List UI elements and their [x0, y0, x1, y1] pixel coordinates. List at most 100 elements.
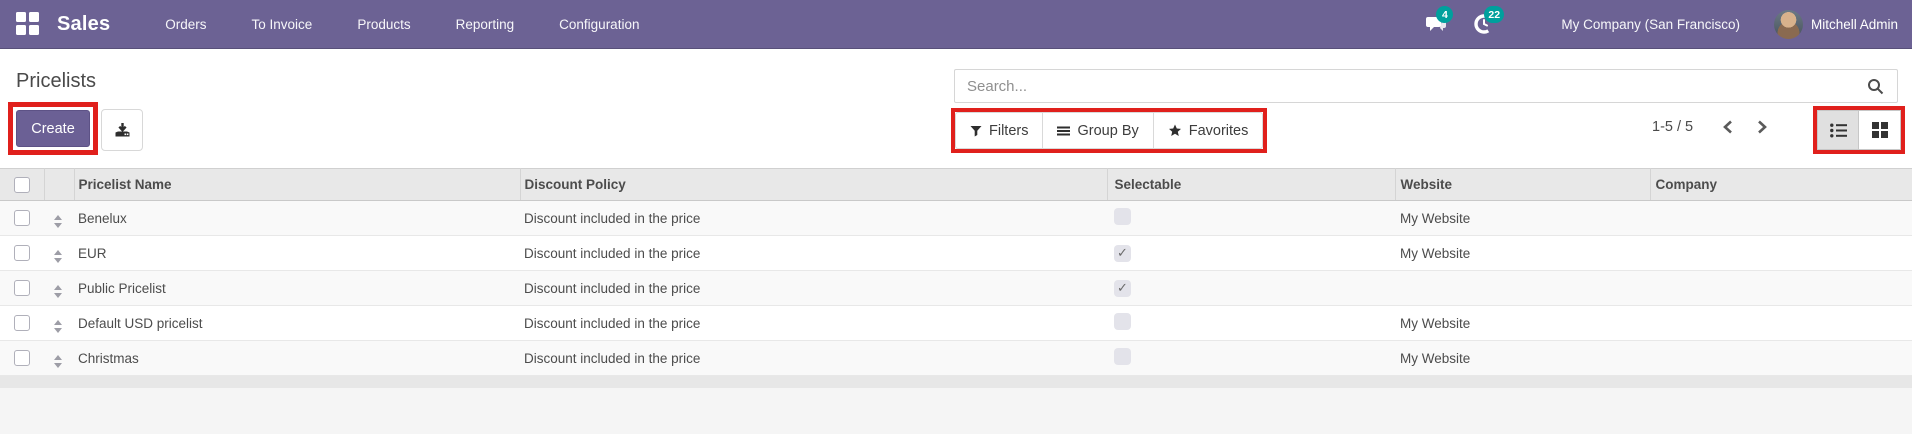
pricelist-name-cell[interactable]: Christmas	[74, 340, 520, 376]
navbar-right: 4 22 My Company (San Francisco) Mitchell…	[1423, 6, 1912, 39]
selectable-checkbox[interactable]	[1114, 348, 1131, 365]
table-end-strip	[0, 376, 1912, 388]
handle-column-header	[44, 168, 75, 201]
pager-previous-button[interactable]	[1715, 114, 1741, 140]
pricelist-row[interactable]: EUR Discount included in the price My We…	[0, 235, 1912, 271]
list-view-icon	[1829, 123, 1847, 137]
row-checkbox[interactable]	[14, 280, 30, 297]
user-avatar	[1773, 9, 1803, 39]
group-by-button[interactable]: Group By	[1043, 112, 1154, 149]
search-bar	[954, 69, 1898, 103]
menu-to-invoice[interactable]: To Invoice	[252, 17, 313, 32]
table-header-row: Pricelist Name Discount Policy Selectabl…	[0, 168, 1912, 201]
export-download-button[interactable]	[101, 109, 143, 151]
company-cell	[1650, 200, 1912, 236]
pricelist-table: Pricelist Name Discount Policy Selectabl…	[0, 168, 1912, 376]
list-view-button[interactable]	[1817, 110, 1859, 150]
discount-policy-cell: Discount included in the price	[520, 270, 1107, 306]
chevron-right-icon	[1758, 120, 1768, 134]
navbar-left: Sales Orders To Invoice Products Reporti…	[0, 12, 639, 36]
column-header-website[interactable]: Website	[1395, 168, 1651, 201]
website-cell: My Website	[1395, 340, 1650, 376]
website-cell	[1395, 270, 1650, 306]
drag-handle-icon[interactable]	[54, 355, 62, 368]
row-checkbox[interactable]	[14, 350, 30, 367]
activities-badge: 22	[1484, 6, 1505, 23]
selectable-checkbox[interactable]	[1114, 279, 1131, 297]
company-switcher[interactable]: My Company (San Francisco)	[1561, 17, 1740, 32]
search-input[interactable]	[955, 70, 1867, 102]
discount-policy-cell: Discount included in the price	[520, 340, 1107, 376]
top-navbar: Sales Orders To Invoice Products Reporti…	[0, 0, 1912, 49]
group-by-label: Group By	[1077, 122, 1139, 139]
menu-configuration[interactable]: Configuration	[559, 17, 639, 32]
filters-label: Filters	[989, 122, 1029, 139]
search-options-group: Filters Group By Favorites	[955, 112, 1264, 149]
annotation-box-filters: Filters Group By Favorites	[951, 108, 1268, 153]
pager-range: 1-5 / 5	[1652, 119, 1694, 135]
company-cell	[1650, 305, 1912, 341]
main-menu: Orders To Invoice Products Reporting Con…	[165, 17, 639, 32]
favorites-label: Favorites	[1188, 122, 1249, 139]
website-cell: My Website	[1395, 305, 1650, 341]
user-name: Mitchell Admin	[1810, 16, 1898, 32]
select-all-checkbox[interactable]	[14, 176, 30, 193]
website-cell: My Website	[1395, 235, 1650, 271]
column-header-discount-policy[interactable]: Discount Policy	[520, 168, 1108, 201]
apps-grid-icon[interactable]	[16, 12, 40, 36]
drag-handle-icon[interactable]	[54, 320, 62, 333]
kanban-view-icon	[1871, 122, 1888, 138]
filters-button[interactable]: Filters	[955, 112, 1044, 149]
pricelist-name-cell[interactable]: Public Pricelist	[74, 270, 520, 306]
menu-products[interactable]: Products	[357, 17, 410, 32]
pricelist-name-cell[interactable]: EUR	[74, 235, 520, 271]
kanban-view-button[interactable]	[1859, 110, 1901, 150]
column-header-selectable[interactable]: Selectable	[1107, 168, 1396, 201]
activities-button[interactable]: 22	[1471, 6, 1505, 37]
messages-badge: 4	[1436, 6, 1454, 23]
annotation-box-create: Create	[8, 102, 98, 155]
pager-next-button[interactable]	[1749, 114, 1775, 140]
drag-handle-icon[interactable]	[54, 285, 62, 298]
pricelist-table-body: Benelux Discount included in the price M…	[0, 200, 1912, 376]
column-header-pricelist-name[interactable]: Pricelist Name	[74, 168, 521, 201]
discount-policy-cell: Discount included in the price	[520, 200, 1107, 236]
view-switcher	[1817, 110, 1901, 150]
company-cell	[1650, 235, 1912, 271]
app-name[interactable]: Sales	[57, 13, 110, 36]
row-checkbox[interactable]	[14, 245, 30, 262]
discount-policy-cell: Discount included in the price	[520, 305, 1107, 341]
pricelist-row[interactable]: Christmas Discount included in the price…	[0, 340, 1912, 376]
favorites-button[interactable]: Favorites	[1153, 112, 1264, 149]
selectable-checkbox[interactable]	[1114, 244, 1131, 262]
drag-handle-icon[interactable]	[54, 250, 62, 263]
create-button[interactable]: Create	[16, 110, 90, 147]
pager: 1-5 / 5	[1652, 111, 1775, 143]
favorites-star-icon	[1168, 124, 1181, 136]
drag-handle-icon[interactable]	[54, 215, 62, 228]
row-checkbox[interactable]	[14, 315, 30, 332]
annotation-box-view-switcher	[1813, 106, 1905, 154]
pricelist-row[interactable]: Default USD pricelist Discount included …	[0, 305, 1912, 341]
company-cell	[1650, 340, 1912, 376]
selectable-checkbox[interactable]	[1114, 313, 1131, 330]
group-by-bars-icon	[1057, 126, 1071, 135]
filter-funnel-icon	[970, 125, 982, 136]
user-menu[interactable]: Mitchell Admin	[1773, 9, 1898, 39]
menu-orders[interactable]: Orders	[165, 17, 206, 32]
pricelist-name-cell[interactable]: Default USD pricelist	[74, 305, 520, 341]
company-cell	[1650, 270, 1912, 306]
discount-policy-cell: Discount included in the price	[520, 235, 1107, 271]
pricelist-row[interactable]: Benelux Discount included in the price M…	[0, 200, 1912, 236]
row-checkbox[interactable]	[14, 210, 30, 227]
menu-reporting[interactable]: Reporting	[456, 17, 515, 32]
search-icon[interactable]	[1867, 78, 1884, 95]
pricelist-row[interactable]: Public Pricelist Discount included in th…	[0, 270, 1912, 306]
selectable-checkbox[interactable]	[1114, 208, 1131, 225]
download-icon	[115, 122, 129, 136]
messages-button[interactable]: 4	[1423, 6, 1454, 37]
website-cell: My Website	[1395, 200, 1650, 236]
column-header-company[interactable]: Company	[1650, 168, 1912, 201]
pricelist-name-cell[interactable]: Benelux	[74, 200, 520, 236]
chevron-left-icon	[1723, 120, 1732, 134]
